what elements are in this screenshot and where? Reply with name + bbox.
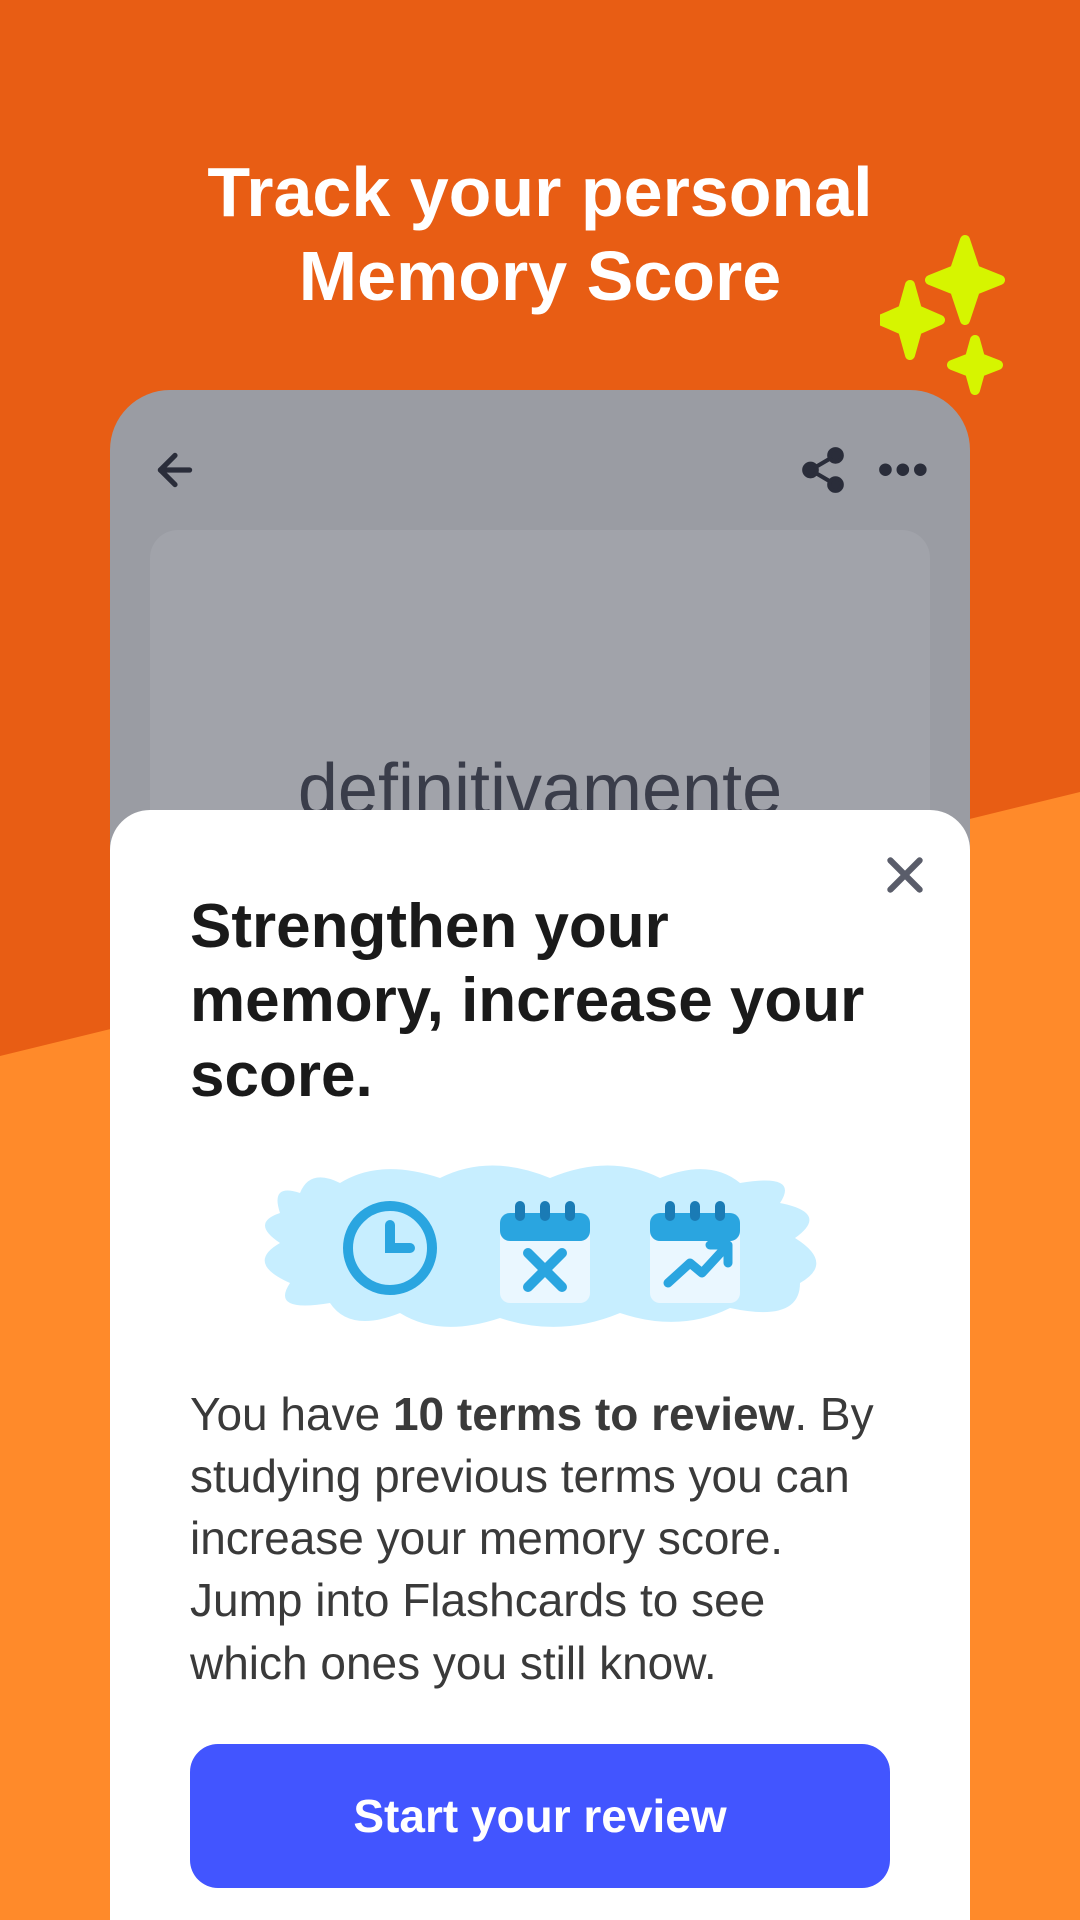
sheet-body: You have 10 terms to review. By studying… [190, 1383, 890, 1693]
share-icon[interactable] [798, 445, 848, 495]
memory-illustration [240, 1153, 840, 1343]
close-icon[interactable] [880, 850, 930, 900]
sheet-body-prefix: You have [190, 1388, 393, 1440]
phone-mock: ••• definitivamente Strengthen your memo… [110, 390, 970, 1920]
start-review-button[interactable]: Start your review [190, 1744, 890, 1888]
back-icon[interactable] [150, 445, 200, 495]
phone-topbar: ••• [150, 440, 930, 500]
bottom-sheet: Strengthen your memory, increase your sc… [110, 810, 970, 1920]
sheet-title: Strengthen your memory, increase your sc… [190, 890, 890, 1113]
calendar-trend-icon [650, 1201, 740, 1303]
calendar-x-icon [500, 1201, 590, 1303]
more-icon[interactable]: ••• [878, 445, 930, 495]
sparkles-icon [880, 230, 1010, 400]
sheet-body-bold: 10 terms to review [393, 1388, 794, 1440]
